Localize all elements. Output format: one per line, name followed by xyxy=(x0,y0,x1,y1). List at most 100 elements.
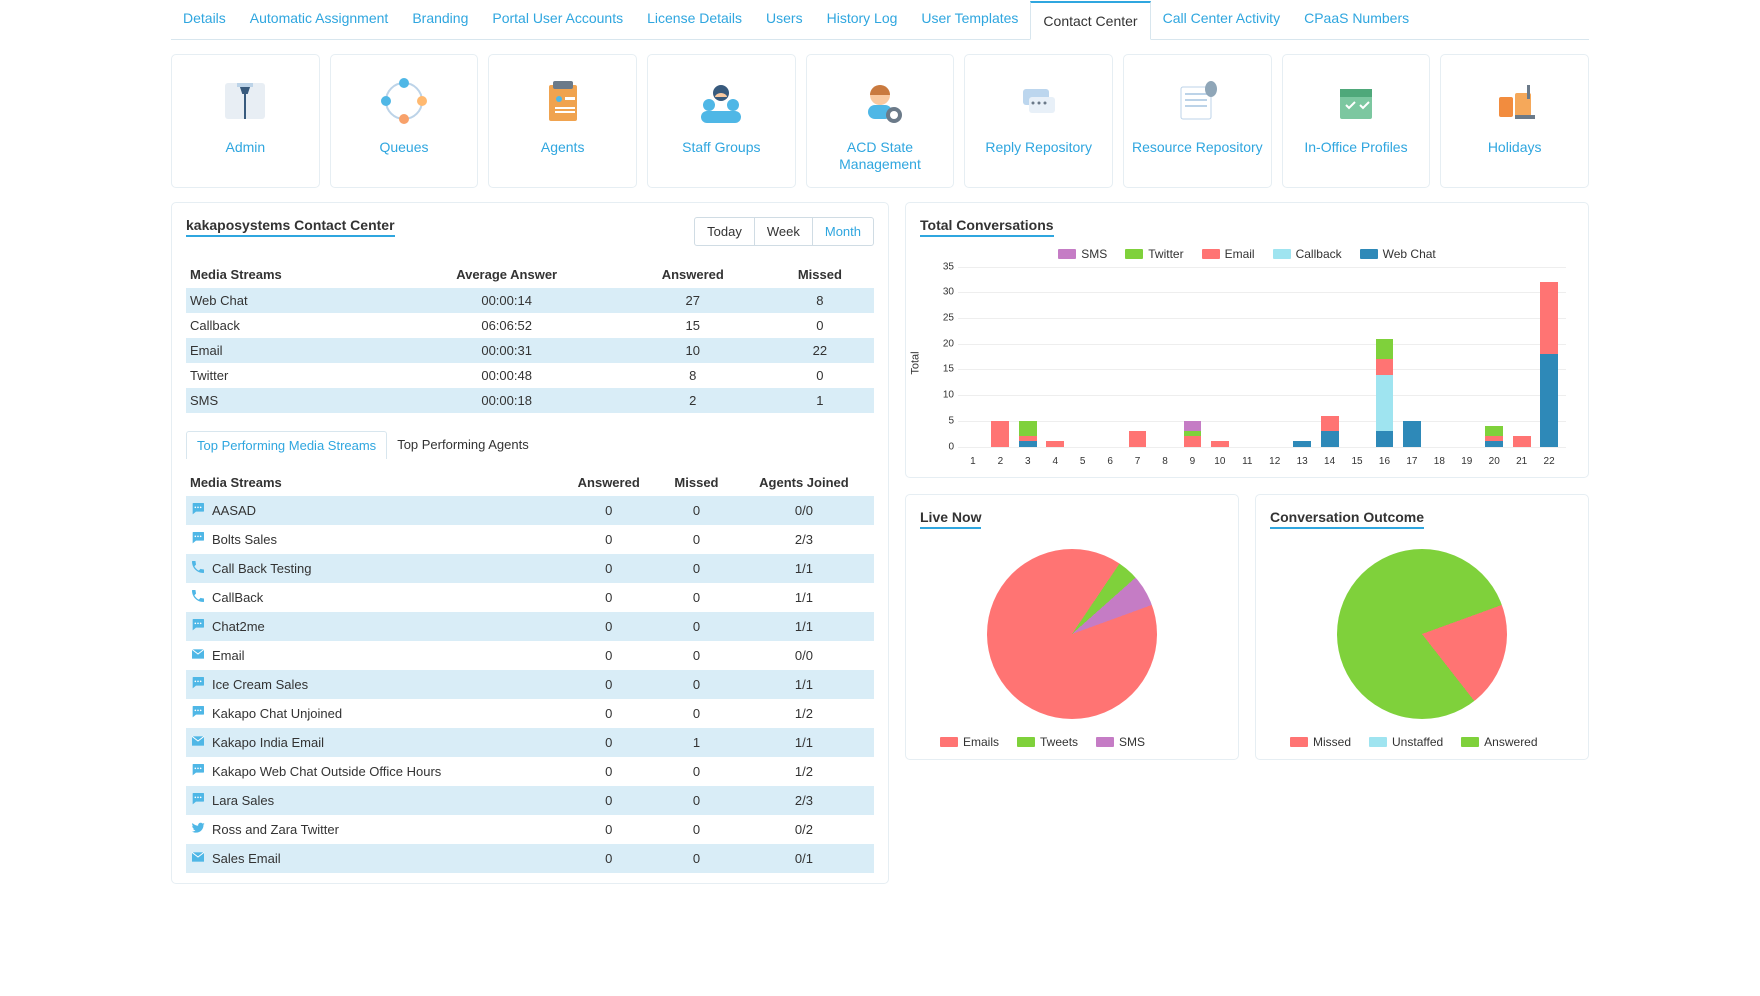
x-tick: 19 xyxy=(1458,456,1476,467)
legend-item: Web Chat xyxy=(1360,247,1436,261)
tab-branding[interactable]: Branding xyxy=(400,0,480,39)
cell-answered: 0 xyxy=(558,496,659,525)
card-icon xyxy=(1289,73,1424,129)
cell-name: AASAD xyxy=(186,496,558,525)
cell-answered: 0 xyxy=(558,844,659,873)
col-header: Answered xyxy=(558,469,659,496)
cell-name: SMS xyxy=(186,388,393,413)
swatch-icon xyxy=(1125,249,1143,259)
x-tick: 18 xyxy=(1430,456,1448,467)
card-reply-repository[interactable]: Reply Repository xyxy=(964,54,1113,188)
x-tick: 13 xyxy=(1293,456,1311,467)
card-in-office-profiles[interactable]: In-Office Profiles xyxy=(1282,54,1431,188)
legend-label: Answered xyxy=(1484,735,1537,749)
card-staff-groups[interactable]: Staff Groups xyxy=(647,54,796,188)
legend-label: Emails xyxy=(963,735,999,749)
table-row: Email00:00:311022 xyxy=(186,338,874,363)
cell-avg: 00:00:14 xyxy=(393,288,619,313)
bar-column xyxy=(1046,441,1064,446)
cell-answered: 2 xyxy=(620,388,766,413)
cell-answered: 27 xyxy=(620,288,766,313)
chat-icon xyxy=(190,704,206,723)
panel-title: Total Conversations xyxy=(920,217,1054,237)
cell-missed: 0 xyxy=(659,844,734,873)
cell-answered: 0 xyxy=(558,583,659,612)
bar-segment xyxy=(1321,431,1339,446)
tab-license-details[interactable]: License Details xyxy=(635,0,754,39)
cell-missed: 0 xyxy=(766,363,874,388)
card-admin[interactable]: Admin xyxy=(171,54,320,188)
card-label: In-Office Profiles xyxy=(1289,139,1424,156)
tab-details[interactable]: Details xyxy=(171,0,238,39)
col-header: Media Streams xyxy=(186,469,558,496)
card-acd-state-management[interactable]: ACD State Management xyxy=(806,54,955,188)
card-icon xyxy=(654,73,789,129)
inner-tabs: Top Performing Media StreamsTop Performi… xyxy=(186,431,874,459)
cell-answered: 0 xyxy=(558,699,659,728)
bar-segment xyxy=(1376,431,1394,446)
bar-chart: Total 0510152025303512345678910111213141… xyxy=(928,267,1566,467)
legend-item: Emails xyxy=(940,735,999,749)
legend-item: Twitter xyxy=(1125,247,1183,261)
legend-item: Unstaffed xyxy=(1369,735,1443,749)
bar-segment xyxy=(1321,416,1339,431)
card-label: Admin xyxy=(178,139,313,156)
table-row: Web Chat00:00:14278 xyxy=(186,288,874,313)
tab-history-log[interactable]: History Log xyxy=(815,0,910,39)
y-axis-label: Total xyxy=(910,351,922,374)
bar-segment xyxy=(1403,421,1421,447)
x-tick: 12 xyxy=(1266,456,1284,467)
range-today[interactable]: Today xyxy=(695,218,754,245)
cell-joined: 1/1 xyxy=(734,728,874,757)
legend-label: Web Chat xyxy=(1383,247,1436,261)
card-holidays[interactable]: Holidays xyxy=(1440,54,1589,188)
y-tick: 15 xyxy=(928,364,954,375)
cell-answered: 8 xyxy=(620,363,766,388)
stream-label: Chat2me xyxy=(212,619,265,634)
phone-icon xyxy=(190,559,206,578)
top-nav: DetailsAutomatic AssignmentBrandingPorta… xyxy=(171,0,1589,40)
tab-call-center-activity[interactable]: Call Center Activity xyxy=(1151,0,1292,39)
panel-live-now: Live Now EmailsTweetsSMS xyxy=(905,494,1239,760)
table-row: Chat2me001/1 xyxy=(186,612,874,641)
chat-icon xyxy=(190,762,206,781)
legend-item: Callback xyxy=(1273,247,1342,261)
range-month[interactable]: Month xyxy=(812,218,873,245)
tab-contact-center[interactable]: Contact Center xyxy=(1030,1,1150,40)
bar-segment xyxy=(1485,426,1503,436)
tab-users[interactable]: Users xyxy=(754,0,815,39)
panel-contact-center: kakaposystems Contact Center TodayWeekMo… xyxy=(171,202,889,884)
stream-label: Bolts Sales xyxy=(212,532,277,547)
tab-user-templates[interactable]: User Templates xyxy=(909,0,1030,39)
cell-name: CallBack xyxy=(186,583,558,612)
x-tick: 17 xyxy=(1403,456,1421,467)
card-agents[interactable]: Agents xyxy=(488,54,637,188)
cell-missed: 0 xyxy=(659,670,734,699)
tab-automatic-assignment[interactable]: Automatic Assignment xyxy=(238,0,401,39)
bar-column xyxy=(1129,431,1147,446)
cell-name: Chat2me xyxy=(186,612,558,641)
swatch-icon xyxy=(1202,249,1220,259)
x-tick: 8 xyxy=(1156,456,1174,467)
tab-cpaas-numbers[interactable]: CPaaS Numbers xyxy=(1292,0,1421,39)
cell-missed: 0 xyxy=(659,757,734,786)
card-icon xyxy=(1447,73,1582,129)
tab-portal-user-accounts[interactable]: Portal User Accounts xyxy=(480,0,635,39)
bar-segment xyxy=(1046,441,1064,446)
col-header: Agents Joined xyxy=(734,469,874,496)
x-tick: 5 xyxy=(1074,456,1092,467)
cell-joined: 1/1 xyxy=(734,554,874,583)
range-week[interactable]: Week xyxy=(754,218,812,245)
x-tick: 11 xyxy=(1238,456,1256,467)
summary-table: Media StreamsAverage AnswerAnsweredMisse… xyxy=(186,261,874,413)
cell-joined: 1/2 xyxy=(734,699,874,728)
y-tick: 25 xyxy=(928,313,954,324)
card-resource-repository[interactable]: Resource Repository xyxy=(1123,54,1272,188)
inner-tab-0[interactable]: Top Performing Media Streams xyxy=(186,431,387,459)
inner-tab-1[interactable]: Top Performing Agents xyxy=(387,431,539,459)
y-tick: 10 xyxy=(928,390,954,401)
card-queues[interactable]: Queues xyxy=(330,54,479,188)
cell-missed: 1 xyxy=(766,388,874,413)
cell-missed: 0 xyxy=(659,786,734,815)
cell-joined: 2/3 xyxy=(734,786,874,815)
